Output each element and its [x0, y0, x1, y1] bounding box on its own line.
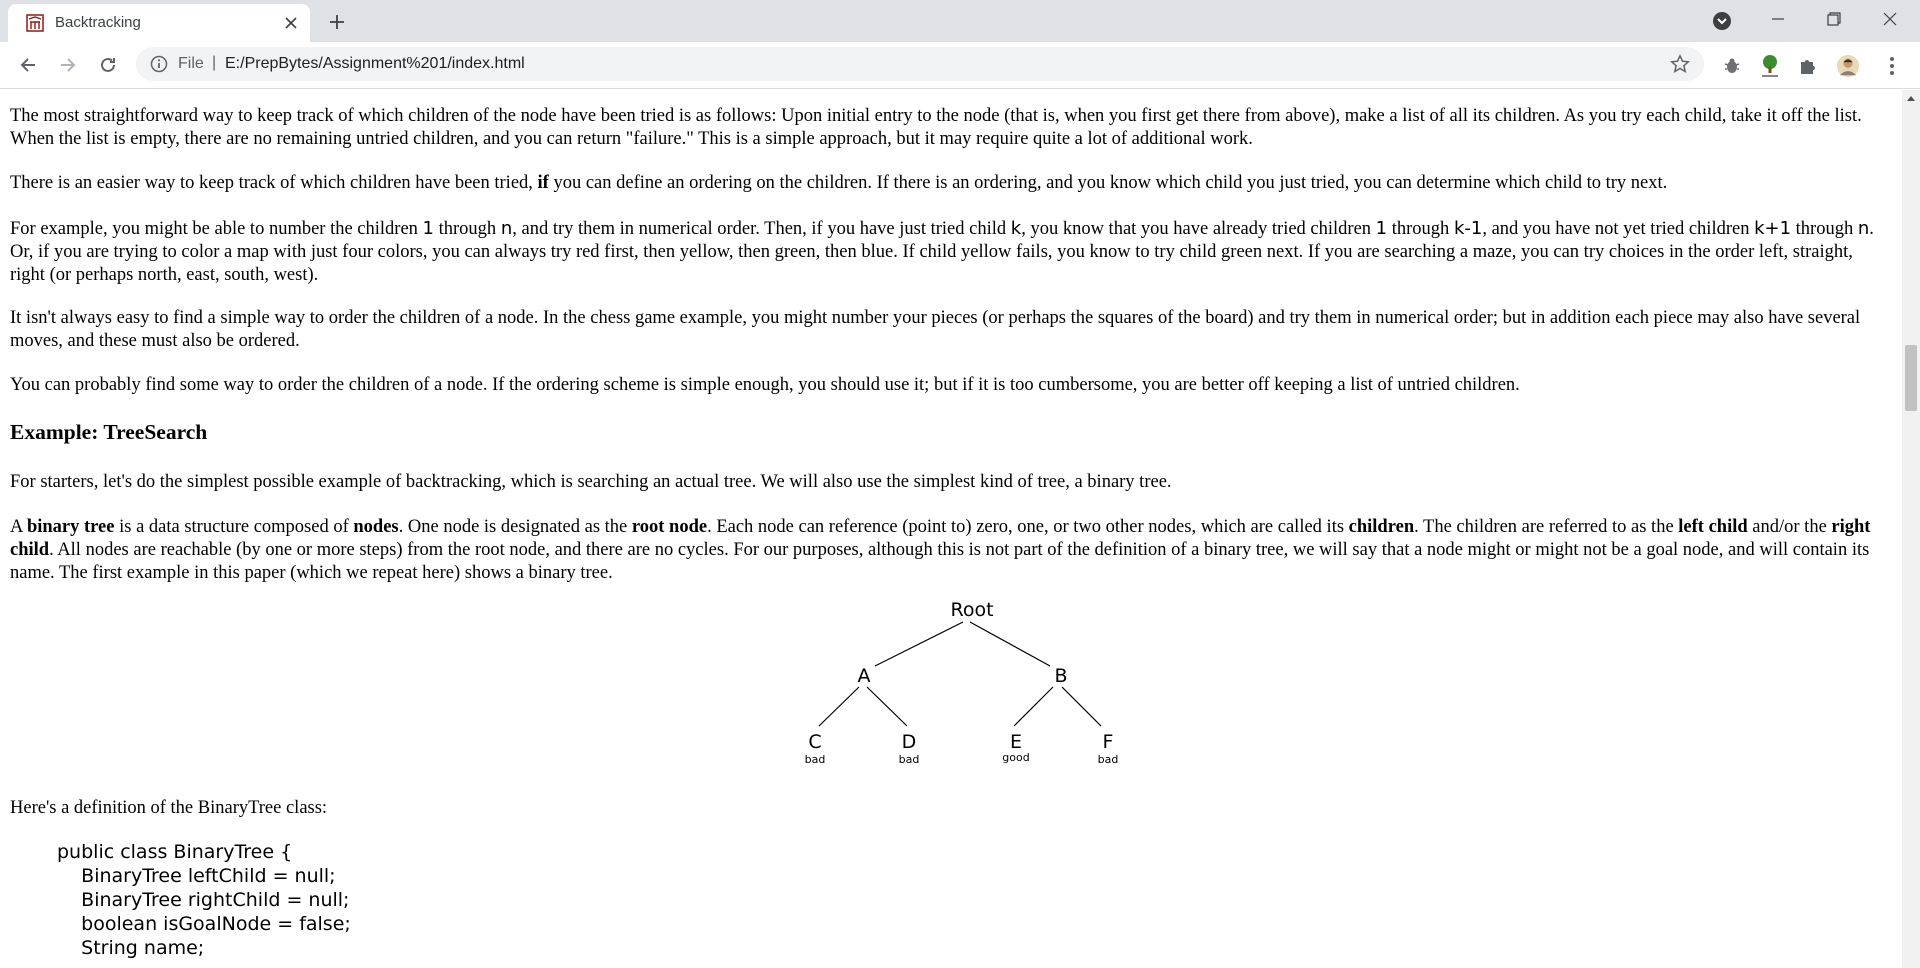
tree-node-c: C [808, 731, 821, 753]
inline-code: n [1857, 218, 1870, 239]
inline-code: k+1 [1754, 218, 1792, 239]
favicon-icon [26, 14, 44, 32]
kebab-menu-icon[interactable] [1880, 54, 1904, 78]
scroll-up-arrow-icon[interactable] [1902, 90, 1920, 106]
close-icon[interactable] [280, 12, 302, 34]
puzzle-extension-icon[interactable] [1796, 54, 1820, 78]
bold-term: nodes [353, 517, 399, 537]
maximize-icon[interactable] [1806, 0, 1862, 38]
paragraph-text: For example, you might be able to number… [10, 219, 423, 239]
paragraph-text: and/or the [1747, 517, 1832, 537]
avatar[interactable] [1836, 54, 1860, 78]
edge-b-e [1013, 686, 1054, 727]
forward-arrow-icon[interactable] [53, 50, 83, 80]
inline-code: k [1010, 218, 1022, 239]
tab-title: Backtracking [55, 14, 141, 31]
paragraph-binary-tree-definition: A binary tree is a data structure compos… [10, 516, 1892, 585]
inline-code: 1 [1375, 218, 1388, 239]
url-text[interactable]: E:/PrepBytes/Assignment%201/index.html [225, 55, 525, 73]
close-window-icon[interactable] [1862, 0, 1918, 38]
edge-a-d [866, 686, 908, 727]
paragraph-text: A [10, 517, 27, 537]
bold-term: root node [631, 517, 708, 537]
code-line: BinaryTree leftChild = null; [57, 865, 336, 887]
paragraph-chess-example: It isn't always easy to find a simple wa… [10, 308, 1861, 351]
paragraph-tracking-children: The most straightforward way to keep tra… [10, 106, 1862, 149]
file-scheme-label: File [178, 55, 204, 72]
tree-node-f: F [1103, 731, 1114, 753]
section-heading: Example: TreeSearch [10, 420, 208, 444]
tree-node-e-label: good [1002, 751, 1029, 764]
tab-search-icon[interactable] [1710, 9, 1734, 33]
code-block: public class BinaryTree { BinaryTree lef… [57, 840, 351, 960]
edge-root-b [969, 621, 1051, 667]
star-icon[interactable] [1669, 54, 1691, 74]
plus-icon[interactable] [323, 8, 351, 36]
reload-icon[interactable] [93, 50, 123, 80]
paragraph-text: There is an easier way to keep track of … [10, 173, 538, 193]
tree-node-root: Root [950, 599, 993, 621]
code-line: boolean isGoalNode = false; [57, 913, 351, 935]
paragraph-class-definition-intro: Here's a definition of the BinaryTree cl… [10, 798, 328, 818]
paragraph-text: . Each node can reference (point to) zer… [707, 517, 1349, 537]
paragraph-text: is a data structure composed of [114, 517, 354, 537]
bug-extension-icon[interactable] [1720, 54, 1744, 78]
paragraph-text: you can define an ordering on the childr… [548, 173, 1668, 193]
paragraph-text: , you know that you have already tried c… [1021, 219, 1376, 239]
edge-b-f [1061, 686, 1102, 727]
paragraph-text: through [1791, 219, 1858, 239]
back-arrow-icon[interactable] [13, 50, 43, 80]
paragraph-text: . One node is designated as the [398, 517, 632, 537]
paragraph-numbering-example: For example, you might be able to number… [10, 217, 1892, 287]
minimize-icon[interactable] [1750, 0, 1806, 38]
paragraph-ordering-scheme: You can probably find some way to order … [10, 375, 1520, 395]
inline-code: 1 [422, 218, 434, 239]
tree-node-c-label: bad [805, 753, 826, 766]
paragraph-text: through [1387, 219, 1454, 239]
code-line: BinaryTree rightChild = null; [57, 889, 350, 911]
info-icon[interactable] [150, 55, 168, 73]
paragraph-text: . The children are referred to as the [1414, 517, 1679, 537]
address-bar[interactable]: File | E:/PrepBytes/Assignment%201/index… [136, 47, 1704, 81]
tab-backtracking[interactable]: Backtracking [8, 4, 310, 42]
paragraph-starters: For starters, let's do the simplest poss… [10, 472, 1172, 492]
tree-extension-icon[interactable] [1758, 54, 1782, 78]
tree-node-d-label: bad [899, 753, 920, 766]
bold-term: binary tree [26, 517, 115, 537]
tree-node-a: A [858, 665, 871, 687]
omnibox-separator: | [212, 54, 217, 71]
bold-term: left child [1678, 517, 1748, 537]
inline-code: k-1 [1453, 218, 1483, 239]
binary-tree-diagram: Root A B C D E F bad bad good bad [805, 599, 1119, 766]
paragraph-text: . All nodes are reachable (by one or mor… [10, 540, 1870, 583]
tree-node-b: B [1054, 665, 1067, 687]
page-viewport: The most straightforward way to keep tra… [0, 90, 1902, 968]
paragraph-easier-way: There is an easier way to keep track of … [10, 172, 1892, 195]
paragraph-text: , and you have not yet tried children [1482, 219, 1755, 239]
tab-strip: Backtracking [0, 0, 1920, 42]
paragraph-text: , and try them in numerical order. Then,… [512, 219, 1011, 239]
tree-node-e: E [1010, 731, 1022, 753]
scrollbar-thumb[interactable] [1905, 345, 1917, 411]
code-line: String name; [57, 937, 205, 959]
edge-a-c [818, 686, 860, 727]
bold-term: if [537, 173, 549, 193]
bold-term: children [1348, 517, 1415, 537]
tree-node-d: D [902, 731, 917, 753]
code-line: public class BinaryTree { [57, 841, 293, 863]
inline-code: n [500, 218, 513, 239]
browser-toolbar: File | E:/PrepBytes/Assignment%201/index… [0, 42, 1920, 89]
paragraph-text: through [434, 219, 501, 239]
edge-root-a [874, 621, 964, 667]
tree-node-f-label: bad [1098, 753, 1119, 766]
vertical-scrollbar[interactable] [1902, 90, 1920, 968]
